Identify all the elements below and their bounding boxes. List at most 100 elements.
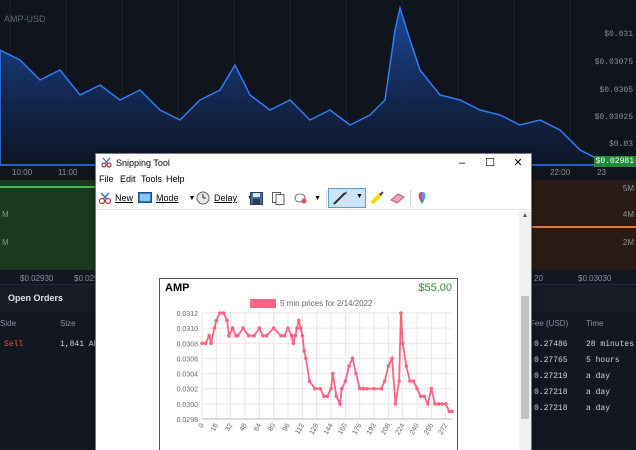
pen-button[interactable]: ▼ (328, 188, 366, 208)
data-point (246, 333, 251, 338)
data-point (318, 386, 323, 391)
captured-chart: AMP $55.00 5 min prices for 2/14/2022 0.… (159, 278, 458, 450)
x-tick-label: 128 (309, 422, 321, 436)
column-header-size[interactable]: Size (60, 319, 76, 328)
time-label: 10:00 (12, 168, 33, 177)
clock-icon (196, 191, 210, 205)
x-tick-label: 48 (239, 422, 249, 432)
data-point (361, 386, 366, 391)
data-point (286, 326, 290, 330)
depth-chart-asks: 5M 4M 2M (530, 180, 636, 270)
data-point (322, 394, 326, 399)
price-tick: $0.03025 (594, 113, 633, 122)
data-point (252, 333, 256, 338)
menu-edit[interactable]: Edit (120, 174, 136, 184)
x-tick-label: 16 (210, 422, 220, 432)
new-snip-button[interactable]: New (98, 190, 133, 206)
scroll-up-arrow-icon[interactable]: ▲ (519, 211, 531, 221)
column-header-fee[interactable]: Fee (USD) (530, 319, 568, 328)
order-time: a day (586, 404, 611, 413)
close-button[interactable]: ✕ (504, 154, 532, 172)
data-point (261, 333, 265, 338)
x-tick-label: 176 (352, 422, 364, 436)
send-dropdown-arrow-icon[interactable]: ▼ (314, 195, 321, 202)
data-point (264, 333, 269, 338)
x-tick-label: 272 (438, 422, 450, 436)
mode-icon (138, 192, 152, 203)
data-point (433, 402, 437, 406)
depth-axis-label: 2M (622, 238, 634, 247)
data-point (227, 333, 231, 338)
column-header-time[interactable]: Time (586, 319, 603, 328)
order-fee: 0.27486 (534, 340, 568, 349)
y-tick-label: 0.0300 (177, 402, 199, 409)
depth-chart-bids: M M (0, 180, 95, 270)
mode-dropdown-arrow-icon[interactable]: ▼ (189, 195, 196, 202)
maximize-button[interactable]: ☐ (476, 154, 504, 172)
data-point (200, 341, 204, 346)
delay-button[interactable]: Delay ▼ (196, 190, 254, 206)
data-point (271, 326, 276, 330)
highlighter-button[interactable] (370, 190, 384, 206)
x-tick-label: 240 (409, 422, 421, 436)
data-point (297, 318, 301, 323)
paint3d-icon (418, 192, 426, 204)
y-tick-label: 0.0308 (177, 341, 199, 348)
menu-tools[interactable]: Tools (141, 174, 162, 184)
pen-dropdown-arrow-icon[interactable]: ▼ (356, 193, 363, 200)
data-point (304, 356, 308, 361)
data-point (365, 386, 369, 391)
data-point (338, 402, 342, 406)
scrollbar-thumb[interactable] (521, 296, 529, 419)
depth-axis-label: 5M (622, 184, 634, 193)
title-bar[interactable]: Snipping Tool – ☐ ✕ (96, 154, 531, 172)
menu-bar: File Edit Tools Help (96, 172, 531, 186)
save-button[interactable] (250, 190, 263, 206)
send-snip-button[interactable]: ▼ (294, 190, 321, 206)
paint3d-button[interactable] (416, 190, 428, 206)
data-point (212, 326, 217, 330)
data-point (399, 311, 403, 315)
price-axis: $0.031 $0.03075 $0.0305 $0.03025 $0.03 $… (593, 0, 636, 180)
data-point (379, 386, 383, 391)
order-side: Sell (4, 340, 24, 349)
data-point (331, 371, 335, 376)
eraser-icon (390, 193, 405, 204)
time-label: 11:00 (58, 168, 78, 177)
copy-button[interactable] (272, 190, 285, 206)
column-header-side[interactable]: Side (0, 319, 16, 328)
y-tick-label: 0.0304 (177, 372, 199, 379)
snip-canvas: AMP $55.00 5 min prices for 2/14/2022 0.… (96, 211, 520, 450)
y-tick-label: 0.0306 (177, 356, 199, 363)
time-label: 23 (597, 168, 606, 177)
data-point (440, 402, 444, 406)
data-point (218, 311, 222, 315)
data-point (350, 356, 355, 361)
x-tick-label: 64 (253, 422, 263, 432)
data-point (426, 402, 430, 406)
screen: AMP-USD $0.031 $0.03075 $0.0305 $0.03025… (0, 0, 636, 450)
order-fee: 0.27218 (534, 388, 568, 397)
data-point (221, 311, 226, 315)
data-point (390, 356, 394, 361)
data-point (329, 386, 333, 391)
x-tick-label: 224 (395, 422, 407, 436)
data-point (354, 371, 358, 376)
line-chart: 0.0312 0.0310 0.0308 0.0306 0.0304 0.0302 0.03… (177, 311, 454, 436)
delay-label: Delay (214, 193, 238, 203)
data-point (400, 341, 405, 346)
data-point (343, 379, 348, 383)
menu-file[interactable]: File (99, 174, 114, 184)
vertical-scrollbar[interactable]: ▲ (519, 211, 531, 450)
mode-button[interactable]: Mode ▼ (138, 190, 195, 206)
minimize-button[interactable]: – (448, 154, 476, 172)
data-point (230, 326, 235, 330)
eraser-button[interactable] (390, 190, 405, 206)
price-tick: $0.0305 (599, 86, 633, 95)
menu-help[interactable]: Help (166, 174, 185, 184)
x-tick-label: 0 (198, 422, 206, 429)
order-time: a day (586, 388, 611, 397)
price-tick: $0.03075 (594, 58, 633, 67)
depth-axis-label: M (2, 210, 9, 219)
new-snip-icon (98, 192, 112, 205)
